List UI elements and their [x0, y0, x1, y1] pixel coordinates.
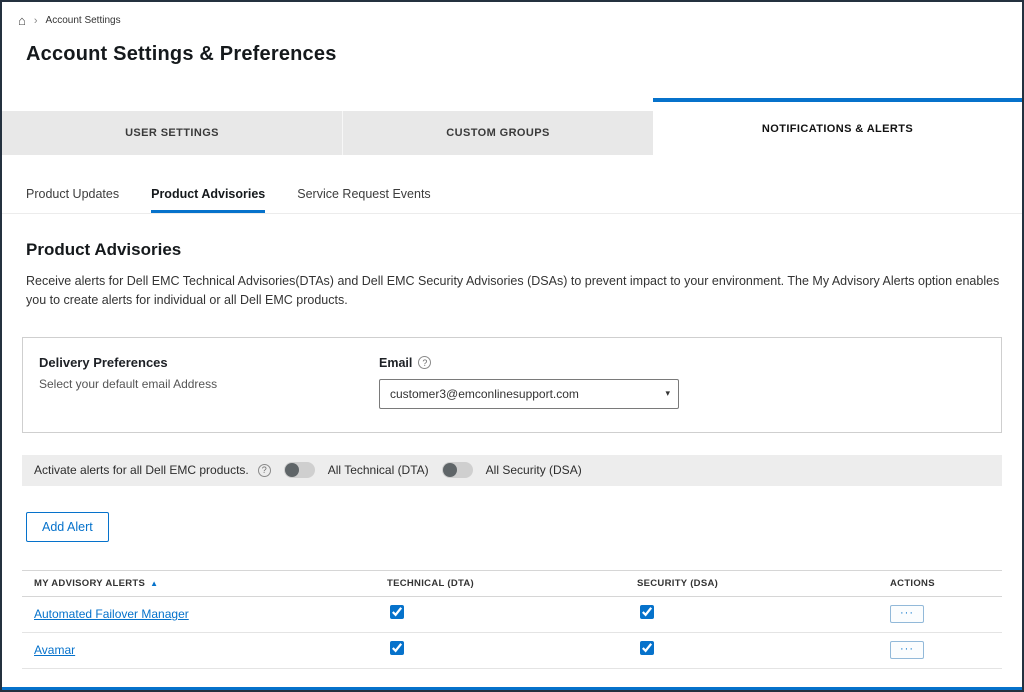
activate-alerts-bar: Activate alerts for all Dell EMC product… [22, 455, 1002, 486]
account-settings-page: ⌂ › Account Settings Account Settings & … [0, 0, 1024, 692]
tab-notifications-alerts-label: NOTIFICATIONS & ALERTS [762, 123, 913, 135]
all-technical-toggle[interactable] [442, 462, 473, 478]
bottom-accent-line [2, 687, 1022, 690]
home-icon[interactable]: ⌂ [18, 14, 26, 27]
toggle-knob [443, 463, 457, 477]
security-checkbox[interactable] [640, 605, 654, 619]
header-my-advisory-alerts: MY ADVISORY ALERTS [34, 578, 145, 589]
technical-checkbox[interactable] [390, 605, 404, 619]
email-field-group: Email ? customer3@emconlinesupport.com ▾ [379, 355, 679, 412]
more-actions-button[interactable]: ··· [890, 605, 924, 623]
activate-alerts-label: Activate alerts for all Dell EMC product… [34, 463, 249, 477]
table-header-row: MY ADVISORY ALERTS ▲ TECHNICAL (DTA) SEC… [22, 570, 1002, 597]
delivery-preferences-labels: Delivery Preferences Select your default… [39, 355, 379, 412]
email-label: Email [379, 356, 412, 370]
tab-custom-groups-label: CUSTOM GROUPS [446, 127, 549, 139]
delivery-preferences-card: Delivery Preferences Select your default… [22, 337, 1002, 433]
security-checkbox[interactable] [640, 641, 654, 655]
tab-notifications-alerts[interactable]: NOTIFICATIONS & ALERTS [653, 98, 1022, 155]
main-tabs: USER SETTINGS CUSTOM GROUPS NOTIFICATION… [2, 98, 1022, 155]
breadcrumb: ⌂ › Account Settings [2, 2, 1022, 27]
subtab-product-updates[interactable]: Product Updates [26, 185, 119, 213]
alert-product-link[interactable]: Avamar [34, 643, 75, 657]
sort-ascending-icon[interactable]: ▲ [150, 579, 158, 588]
table-row: Avamar ··· [22, 633, 1002, 669]
tab-user-settings-label: USER SETTINGS [125, 127, 219, 139]
tab-custom-groups[interactable]: CUSTOM GROUPS [343, 111, 653, 155]
toggle-knob [285, 463, 299, 477]
delivery-preferences-subtitle: Select your default email Address [39, 377, 379, 391]
all-technical-label: All Technical (DTA) [328, 463, 429, 477]
table-row: Automated Failover Manager ··· [22, 597, 1002, 633]
breadcrumb-current[interactable]: Account Settings [46, 15, 121, 26]
notification-subtabs: Product Updates Product Advisories Servi… [2, 185, 1022, 214]
subtab-product-advisories[interactable]: Product Advisories [151, 185, 265, 213]
add-alert-button[interactable]: Add Alert [26, 512, 109, 542]
breadcrumb-chevron-icon: › [34, 15, 38, 27]
activate-alerts-help-icon[interactable]: ? [258, 464, 271, 477]
advisory-alerts-table: MY ADVISORY ALERTS ▲ TECHNICAL (DTA) SEC… [22, 570, 1002, 669]
all-products-toggle[interactable] [284, 462, 315, 478]
page-title: Account Settings & Preferences [2, 43, 1022, 66]
email-select[interactable]: customer3@emconlinesupport.com [379, 379, 679, 409]
section-description: Receive alerts for Dell EMC Technical Ad… [22, 272, 1002, 311]
product-advisories-panel: Product Advisories Receive alerts for De… [2, 240, 1022, 669]
header-technical-dta: TECHNICAL (DTA) [387, 578, 474, 589]
tab-user-settings[interactable]: USER SETTINGS [2, 111, 343, 155]
section-title: Product Advisories [22, 240, 1002, 260]
more-actions-button[interactable]: ··· [890, 641, 924, 659]
all-security-label: All Security (DSA) [486, 463, 582, 477]
technical-checkbox[interactable] [390, 641, 404, 655]
email-help-icon[interactable]: ? [418, 356, 431, 369]
alert-product-link[interactable]: Automated Failover Manager [34, 607, 189, 621]
subtab-service-request-events[interactable]: Service Request Events [297, 185, 430, 213]
header-security-dsa: SECURITY (DSA) [637, 578, 718, 589]
delivery-preferences-title: Delivery Preferences [39, 355, 379, 370]
header-actions: ACTIONS [890, 578, 935, 589]
